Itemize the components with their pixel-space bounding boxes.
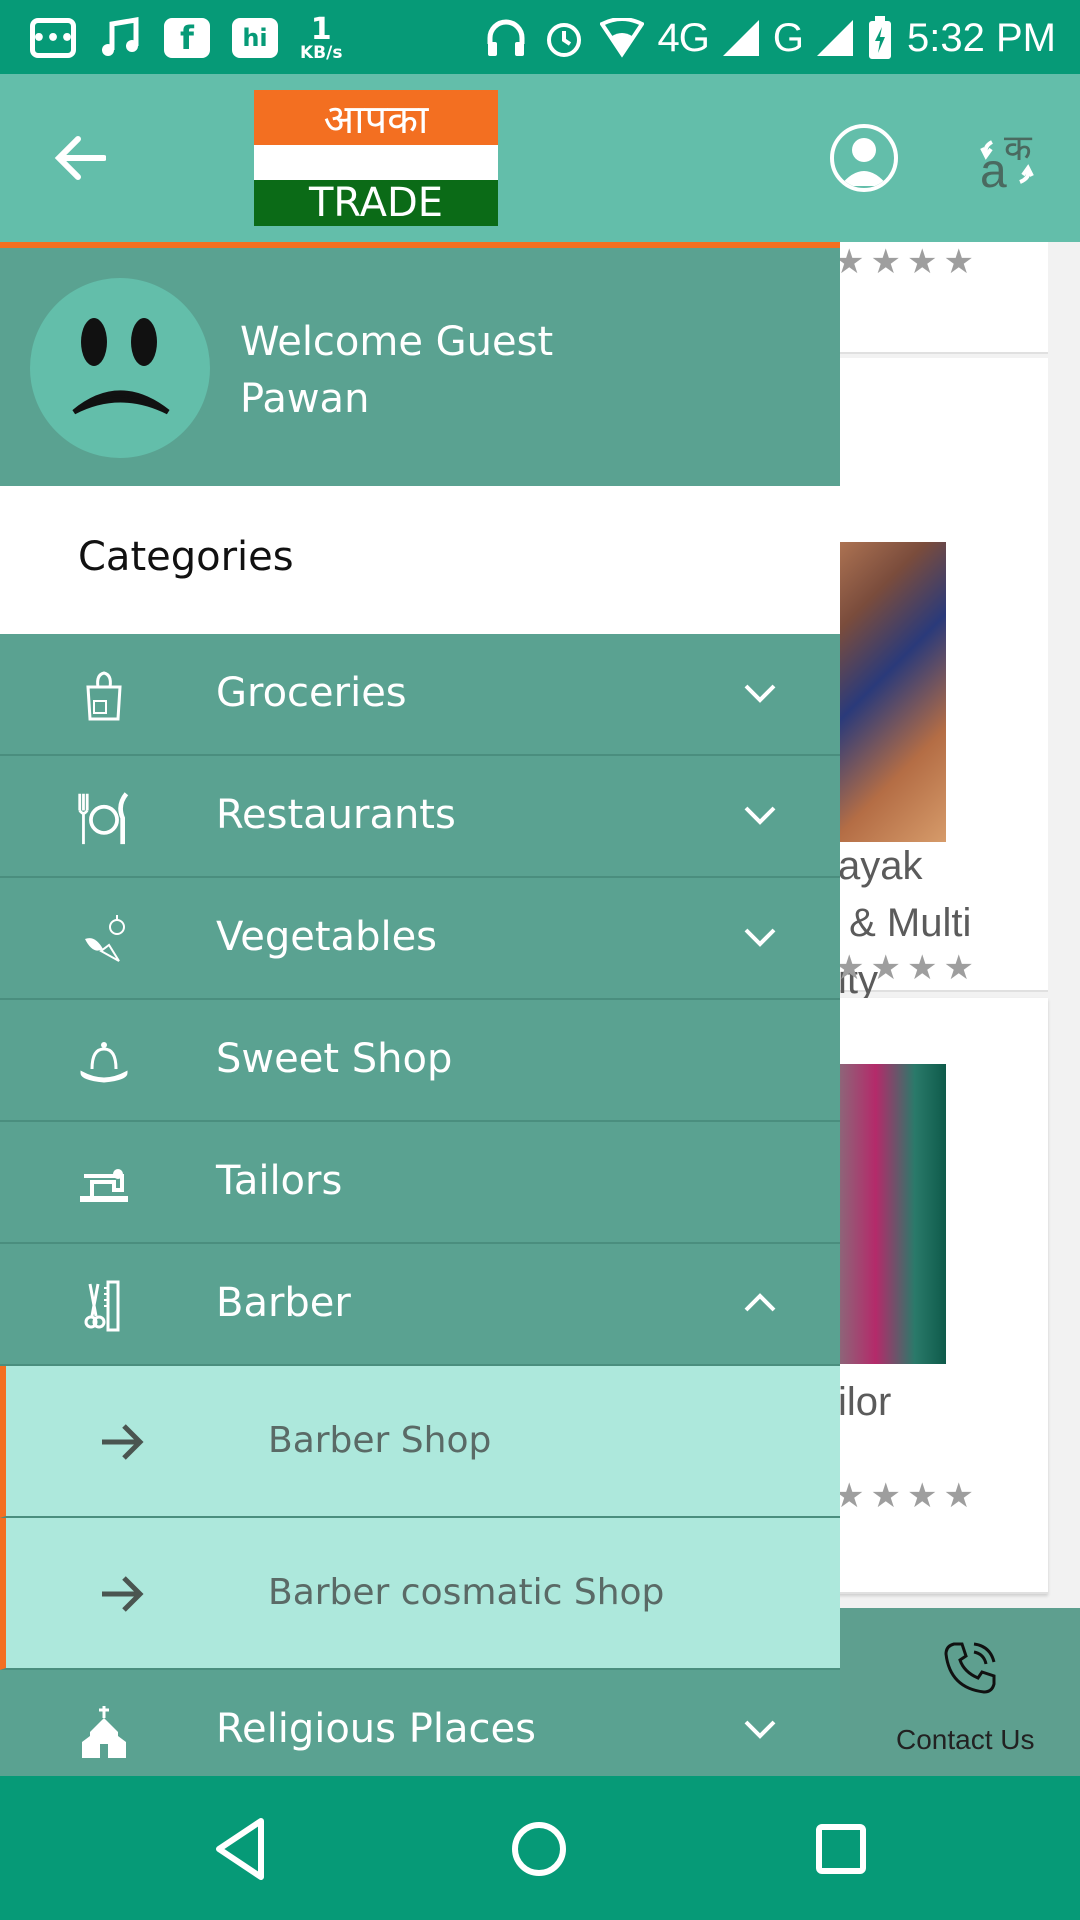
drawer-header: Welcome Guest Pawan — [0, 248, 840, 486]
cake-icon — [76, 1036, 132, 1088]
nav-recents-button[interactable] — [806, 1814, 876, 1884]
alarm-icon — [546, 23, 581, 57]
shop-name: ilor — [838, 1380, 892, 1424]
music-icon — [102, 17, 139, 56]
welcome-line: Welcome Guest — [240, 319, 554, 365]
menu-item-religious-places[interactable]: Religious Places — [0, 1670, 840, 1776]
triangle-back-icon — [216, 1818, 264, 1880]
circle-home-icon — [512, 1822, 566, 1876]
chevron-down-icon[interactable] — [742, 922, 778, 952]
system-navigation-bar — [0, 1776, 1080, 1920]
sad-face-avatar — [30, 278, 210, 458]
logo-hindi-text: आपका — [254, 90, 498, 145]
contact-us-label: Contact Us — [896, 1724, 1035, 1755]
navigation-drawer: Welcome Guest Pawan Categories Groceries… — [0, 242, 840, 1776]
menu-item-barber[interactable]: Barber — [0, 1244, 840, 1366]
welcome-message: Welcome Guest Pawan — [240, 314, 553, 428]
logo-trade-text: TRADE — [254, 180, 498, 226]
sewing-machine-icon — [76, 1158, 132, 1210]
chevron-up-icon[interactable] — [742, 1288, 778, 1318]
vegetables-icon — [76, 914, 132, 966]
menu-item-restaurants[interactable]: Restaurants — [0, 756, 840, 878]
network-4g-label: 4G — [657, 15, 710, 60]
chevron-down-icon[interactable] — [742, 678, 778, 708]
wifi-icon — [599, 18, 644, 58]
arrow-right-icon — [102, 1576, 144, 1612]
fork-plate-knife-icon — [76, 792, 132, 845]
arrow-right-icon — [102, 1424, 144, 1460]
square-recents-icon — [816, 1824, 866, 1874]
swap-arrows-icon — [980, 140, 1034, 184]
menu-item-label: Vegetables — [216, 914, 438, 960]
rating-stars: ★★★★ — [834, 242, 980, 282]
comb-scissors-icon — [76, 1280, 132, 1332]
speed-value: 1 — [310, 11, 332, 47]
menu-item-label: Restaurants — [216, 792, 456, 838]
speed-unit: KB/s — [300, 42, 343, 63]
clock: 5:32 PM — [907, 15, 1056, 60]
logo-white-band — [254, 145, 498, 180]
system-indicators: 4G G 5:32 PM — [484, 10, 1056, 66]
menu-item-label: Tailors — [216, 1158, 343, 1204]
nav-home-button[interactable] — [504, 1814, 574, 1884]
chevron-down-icon[interactable] — [742, 1714, 778, 1744]
back-button[interactable] — [48, 126, 112, 190]
menu-item-label: Barber — [216, 1280, 351, 1326]
network-g-label: G — [772, 15, 804, 60]
menu-item-label: Groceries — [216, 670, 407, 716]
app-logo: आपका TRADE — [254, 90, 498, 226]
user-icon — [840, 138, 888, 186]
hike-icon: hi — [232, 18, 278, 58]
categories-header: Categories — [0, 486, 840, 634]
signal-icon-2 — [817, 20, 854, 56]
rating-stars: ★★★★ — [834, 1476, 980, 1516]
sad-face-icon — [72, 318, 170, 415]
network-speed: 1 KB/s — [300, 11, 343, 63]
phone-icon — [944, 1642, 996, 1694]
signal-icon — [722, 20, 759, 56]
category-menu: Groceries Restaurants Vegetables Sweet S… — [0, 634, 840, 1776]
user-name: Pawan — [240, 376, 370, 422]
submenu-item-label: Barber cosmatic Shop — [268, 1572, 665, 1613]
menu-item-groceries[interactable]: Groceries — [0, 634, 840, 756]
menu-item-sweet-shop[interactable]: Sweet Shop — [0, 1000, 840, 1122]
profile-button[interactable] — [830, 124, 898, 192]
categories-title: Categories — [78, 534, 294, 580]
language-toggle-button[interactable]: a क — [976, 124, 1040, 198]
submenu-item-label: Barber Shop — [268, 1420, 492, 1461]
church-icon — [76, 1706, 132, 1758]
submenu-item-barber-shop[interactable]: Barber Shop — [0, 1366, 840, 1518]
status-bar: ••• f hi 1 KB/s 4G G 5:32 PM — [0, 0, 1080, 74]
back-arrow-icon — [54, 136, 106, 180]
contact-us-button[interactable]: Contact Us — [840, 1608, 1080, 1776]
menu-item-vegetables[interactable]: Vegetables — [0, 878, 840, 1000]
grocery-bag-icon — [76, 670, 132, 722]
menu-item-tailors[interactable]: Tailors — [0, 1122, 840, 1244]
menu-item-label: Religious Places — [216, 1706, 536, 1752]
headset-icon — [487, 19, 525, 56]
app-bar: आपका TRADE a क — [0, 74, 1080, 242]
nav-back-button[interactable] — [206, 1814, 276, 1884]
rating-stars: ★★★★ — [834, 948, 980, 988]
menu-item-label: Sweet Shop — [216, 1036, 453, 1082]
notification-icons: ••• f hi 1 KB/s — [30, 12, 342, 64]
chevron-down-icon[interactable] — [742, 800, 778, 830]
submenu-item-barber-cosmatic-shop[interactable]: Barber cosmatic Shop — [0, 1518, 840, 1670]
battery-icon — [869, 16, 892, 59]
facebook-icon: f — [164, 18, 210, 58]
messages-icon: ••• — [30, 18, 76, 58]
